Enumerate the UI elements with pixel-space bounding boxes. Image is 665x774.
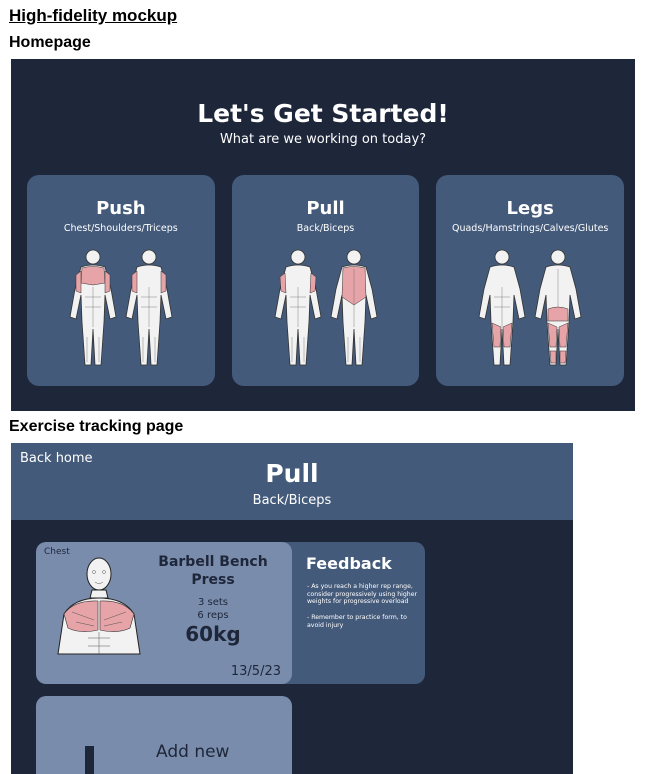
exercise-sets: 3 sets — [197, 597, 229, 608]
exercise-date: 13/5/23 — [230, 664, 281, 679]
add-new-exercise-button[interactable]: Add new — [36, 696, 292, 774]
document-title: High-fidelity mockup — [9, 6, 178, 25]
homepage-subheading: What are we working on today? — [219, 132, 427, 147]
exercise-name: Barbell Bench Press — [158, 554, 268, 588]
category-subtitle: Quads/Hamstrings/Calves/Glutes — [451, 223, 609, 234]
tracking-subtitle: Back/Biceps — [252, 493, 332, 508]
plus-icon — [85, 746, 94, 774]
tracking-title: Pull — [265, 459, 319, 488]
category-card-push[interactable]: Push Chest/Shoulders/Triceps — [27, 175, 215, 386]
homepage-heading: Let's Get Started! — [197, 99, 449, 128]
tracking-section-label: Exercise tracking page — [9, 418, 184, 435]
exercise-weight: 60kg — [185, 622, 241, 646]
feedback-note: - Remember to practice form, to avoid in… — [307, 614, 407, 629]
category-card-legs[interactable]: Legs Quads/Hamstrings/Calves/Glutes — [436, 175, 625, 386]
pull-muscles-icon — [274, 249, 378, 366]
workout-category-cards: Push Chest/Shoulders/Triceps Pull Back/B… — [27, 175, 625, 386]
feedback-title: Feedback — [306, 554, 392, 573]
chest-muscles-icon — [57, 557, 141, 655]
push-muscles-icon — [69, 249, 173, 366]
category-subtitle: Chest/Shoulders/Triceps — [63, 223, 178, 234]
exercise-reps: 6 reps — [197, 610, 229, 621]
homepage-mockup: Let's Get Started! What are we working o… — [11, 59, 635, 411]
exercise-card[interactable]: Chest Barbell Bench Press 3 sets 6 reps … — [36, 542, 292, 684]
feedback-note: - As you reach a higher rep range, consi… — [307, 583, 418, 605]
category-title: Push — [96, 198, 146, 219]
tracking-header: Back home Pull Back/Biceps — [11, 443, 573, 520]
add-new-label: Add new — [156, 742, 230, 762]
category-title: Pull — [306, 198, 345, 219]
category-card-pull[interactable]: Pull Back/Biceps — [231, 175, 420, 386]
category-title: Legs — [506, 198, 554, 219]
legs-muscles-icon — [478, 249, 582, 366]
exercise-tracking-mockup: Back home Pull Back/Biceps Feedback - As… — [11, 443, 573, 774]
category-subtitle: Back/Biceps — [296, 223, 355, 234]
homepage-section-label: Homepage — [9, 34, 91, 51]
